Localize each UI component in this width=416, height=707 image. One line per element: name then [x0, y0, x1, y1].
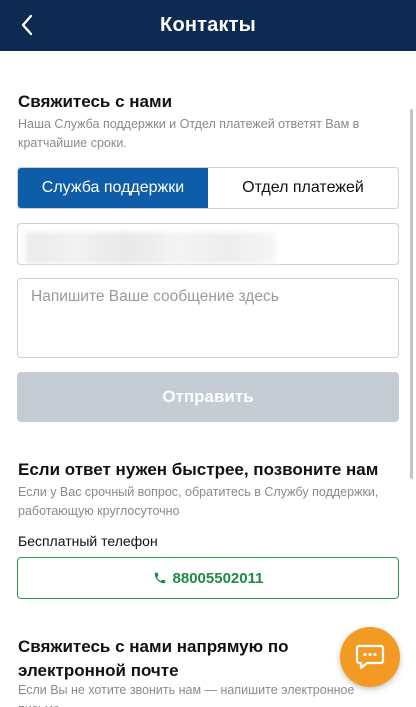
page-title: Контакты — [160, 14, 256, 36]
contact-section-subtitle: Наша Служба поддержки и Отдел платежей о… — [18, 117, 360, 150]
department-tabs: Служба поддержки Отдел платежей — [17, 167, 399, 209]
tab-payments[interactable]: Отдел платежей — [208, 168, 398, 208]
app-header: Контакты — [0, 0, 416, 51]
message-input[interactable] — [18, 279, 398, 357]
email-section-title: Свяжитесь с нами напрямую по электронной… — [18, 637, 289, 680]
email-section-subtitle: Если Вы не хотите звонить нам — напишите… — [18, 683, 355, 707]
phone-section-title: Если ответ нужен быстрее, позвоните нам — [18, 460, 379, 479]
chat-button[interactable] — [340, 627, 400, 687]
phone-section-subtitle: Если у Вас срочный вопрос, обратитесь в … — [18, 485, 379, 518]
scrollbar[interactable] — [410, 109, 413, 479]
free-phone-label: Бесплатный телефон — [18, 533, 158, 549]
tab-support[interactable]: Служба поддержки — [18, 168, 208, 208]
chat-bubble-icon — [355, 644, 385, 670]
chevron-left-icon — [21, 14, 33, 36]
phone-number: 88005502011 — [172, 569, 264, 587]
message-field-container — [17, 278, 399, 358]
call-phone-button[interactable]: 88005502011 — [17, 557, 399, 599]
send-button[interactable]: Отправить — [17, 372, 399, 422]
back-button[interactable] — [10, 6, 44, 44]
contact-field[interactable] — [17, 223, 399, 265]
phone-icon — [154, 572, 165, 584]
page-content[interactable]: Свяжитесь с нами Наша Служба поддержки и… — [0, 51, 416, 707]
contact-section-title: Свяжитесь с нами — [18, 92, 173, 111]
blurred-contact-value — [26, 232, 276, 264]
